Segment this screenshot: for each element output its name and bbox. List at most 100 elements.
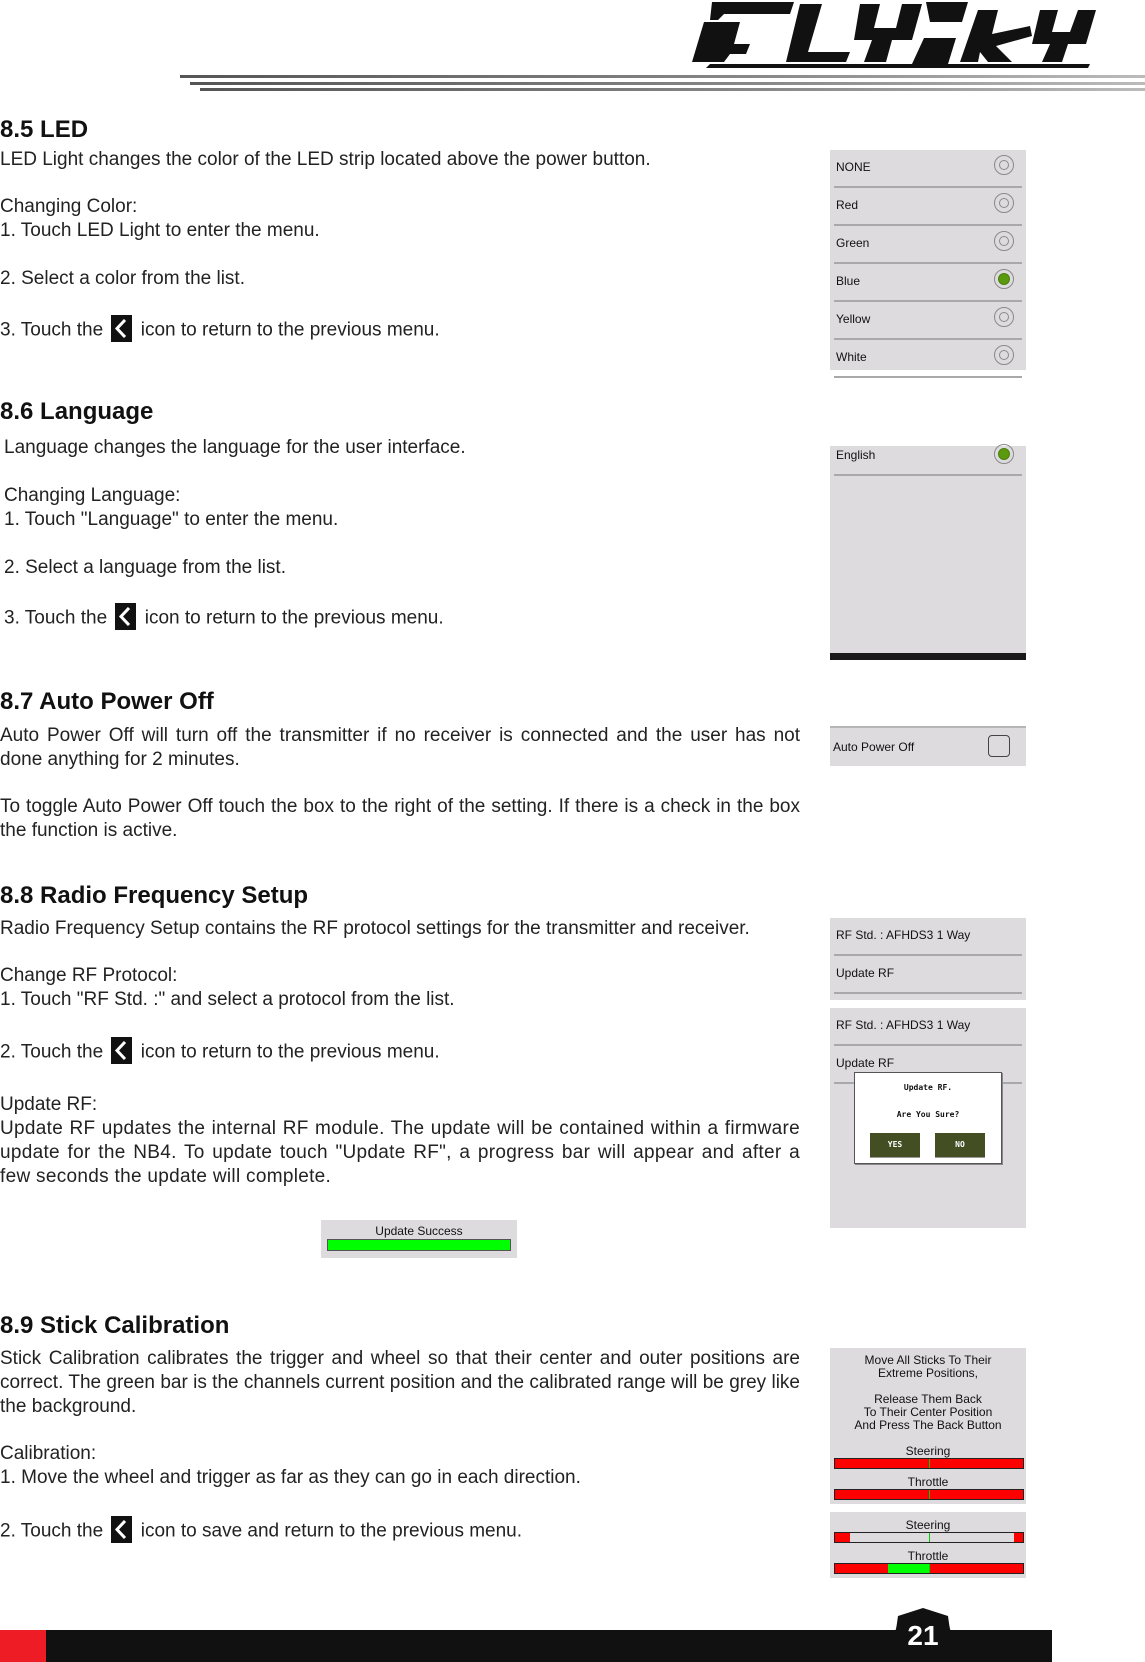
language-intro: Language changes the language for the us…: [4, 437, 466, 458]
current-position-range: [887, 1564, 929, 1573]
calibration-step-1: 1. Move the wheel and trigger as far as …: [0, 1467, 581, 1488]
radio-icon[interactable]: [994, 307, 1014, 327]
auto-power-off-paragraph-2: To toggle Auto Power Off touch the box t…: [0, 796, 800, 841]
rf-step-2: 2. Touch the icon to return to the previ…: [0, 1037, 440, 1066]
led-step-3: 3. Touch the icon to return to the previ…: [0, 315, 440, 344]
rf-step-1: 1. Touch "RF Std. :" and select a protoc…: [0, 989, 455, 1010]
auto-power-off-paragraph-1: Auto Power Off will turn off the transmi…: [0, 725, 800, 770]
calibration-instruction: And Press The Back Button: [854, 1418, 1002, 1432]
step-text: 3. Touch the: [0, 319, 104, 341]
rf-screen-1: RF Std. : AFHDS3 1 Way Update RF: [830, 918, 1026, 1000]
flysky-logo: [692, 2, 1096, 68]
step-text: 3. Touch the: [4, 607, 108, 629]
dialog-title: Update RF.: [903, 1083, 953, 1092]
header-rule: [180, 75, 1145, 78]
calibration-screen-1: Move All Sticks To Their Extreme Positio…: [830, 1348, 1026, 1504]
section-heading-calibration: 8.9 Stick Calibration: [0, 1312, 230, 1339]
steering-bar: [834, 1458, 1024, 1469]
led-step-2: 2. Select a color from the list.: [0, 268, 245, 289]
yes-button[interactable]: YES: [870, 1133, 920, 1158]
position-marker: [929, 1564, 930, 1573]
calibration-subheading: Calibration:: [0, 1443, 97, 1464]
calibration-instruction: Extreme Positions,: [877, 1366, 979, 1380]
update-progress-bar: [327, 1239, 511, 1251]
led-color-screen: NONE Red Green Blue Yellow White: [830, 150, 1026, 378]
option-label: Yellow: [836, 312, 871, 326]
language-step-1: 1. Touch "Language" to enter the menu.: [4, 509, 339, 530]
steering-bar: [834, 1532, 1024, 1543]
rf-std-row[interactable]: RF Std. : AFHDS3 1 Way: [834, 918, 1022, 956]
step-text: icon to return to the previous menu.: [144, 607, 444, 629]
dialog-message: Are You Sure?: [896, 1110, 960, 1119]
calibration-screen-2: Steering Throttle: [830, 1512, 1026, 1578]
step-text: icon to return to the previous menu.: [140, 1041, 440, 1063]
led-subheading: Changing Color:: [0, 196, 138, 217]
rf-std-label: RF Std. : AFHDS3 1 Way: [836, 1018, 971, 1032]
language-option[interactable]: English: [834, 444, 1022, 476]
led-intro: LED Light changes the color of the LED s…: [0, 149, 651, 170]
header-rule: [190, 82, 1145, 85]
section-heading-auto-power-off: 8.7 Auto Power Off: [0, 688, 214, 715]
led-color-option[interactable]: White: [834, 340, 1022, 378]
update-rf-paragraph: Update RF updates the internal RF module…: [0, 1118, 800, 1187]
option-label: White: [836, 350, 867, 364]
step-text: icon to save and return to the previous …: [140, 1520, 523, 1542]
calibration-step-2: 2. Touch the icon to save and return to …: [0, 1516, 523, 1545]
radio-icon[interactable]: [994, 155, 1014, 175]
step-text: 2. Touch the: [0, 1520, 104, 1542]
language-step-3: 3. Touch the icon to return to the previ…: [4, 603, 444, 632]
language-screen: English: [830, 444, 1026, 660]
led-color-option[interactable]: Red: [834, 188, 1022, 226]
option-label: English: [836, 448, 876, 462]
led-step-1: 1. Touch LED Light to enter the menu.: [0, 220, 320, 241]
steering-label: Steering: [905, 1444, 951, 1458]
rf-screen-2: RF Std. : AFHDS3 1 Way Update RF Update …: [830, 1008, 1026, 1228]
radio-icon[interactable]: [994, 193, 1014, 213]
footer-accent: [0, 1630, 46, 1662]
led-color-option[interactable]: Green: [834, 226, 1022, 264]
update-success-panel: Update Success: [321, 1220, 517, 1258]
calibration-intro: Stick Calibration calibrates the trigger…: [0, 1348, 800, 1417]
section-heading-led: 8.5 LED: [0, 116, 89, 143]
calibrated-range: [850, 1533, 1014, 1542]
rf-std-label: RF Std. : AFHDS3 1 Way: [836, 928, 971, 942]
back-chevron-icon: [111, 1516, 133, 1543]
update-rf-label: Update RF: [836, 966, 895, 980]
led-color-option[interactable]: NONE: [834, 150, 1022, 188]
rf-intro: Radio Frequency Setup contains the RF pr…: [0, 918, 750, 939]
position-marker: [929, 1490, 930, 1499]
led-color-option[interactable]: Blue: [834, 264, 1022, 302]
language-step-2: 2. Select a language from the list.: [4, 557, 286, 578]
section-heading-language: 8.6 Language: [0, 398, 154, 425]
back-chevron-icon: [115, 603, 137, 630]
back-chevron-icon: [111, 1037, 133, 1064]
progress-fill: [328, 1240, 510, 1250]
radio-selected-icon[interactable]: [994, 444, 1014, 464]
radio-selected-icon[interactable]: [994, 269, 1014, 289]
steering-label: Steering: [905, 1518, 951, 1532]
radio-icon[interactable]: [994, 231, 1014, 251]
option-label: NONE: [836, 160, 871, 174]
update-rf-dialog: Update RF. Are You Sure? YES NO: [854, 1072, 1002, 1164]
position-marker: [929, 1459, 930, 1468]
update-rf-row[interactable]: Update RF: [834, 956, 1022, 994]
auto-power-off-checkbox[interactable]: [988, 735, 1010, 757]
update-rf-label: Update RF: [836, 1056, 895, 1070]
section-heading-rf: 8.8 Radio Frequency Setup: [0, 882, 309, 909]
option-label: Red: [836, 198, 859, 212]
position-marker: [929, 1533, 930, 1542]
update-rf-subheading: Update RF:: [0, 1094, 98, 1115]
throttle-label: Throttle: [907, 1549, 949, 1563]
rf-std-row[interactable]: RF Std. : AFHDS3 1 Way: [834, 1008, 1022, 1046]
no-button[interactable]: NO: [935, 1133, 985, 1158]
step-text: icon to return to the previous menu.: [140, 319, 440, 341]
throttle-bar: [834, 1563, 1024, 1574]
page-number: 21: [907, 1620, 939, 1651]
step-text: 2. Touch the: [0, 1041, 104, 1063]
radio-icon[interactable]: [994, 345, 1014, 365]
update-status-label: Update Success: [375, 1224, 463, 1238]
auto-power-off-screen: Auto Power Off: [830, 726, 1026, 766]
led-color-option[interactable]: Yellow: [834, 302, 1022, 340]
option-label: Blue: [836, 274, 861, 288]
option-label: Green: [836, 236, 870, 250]
